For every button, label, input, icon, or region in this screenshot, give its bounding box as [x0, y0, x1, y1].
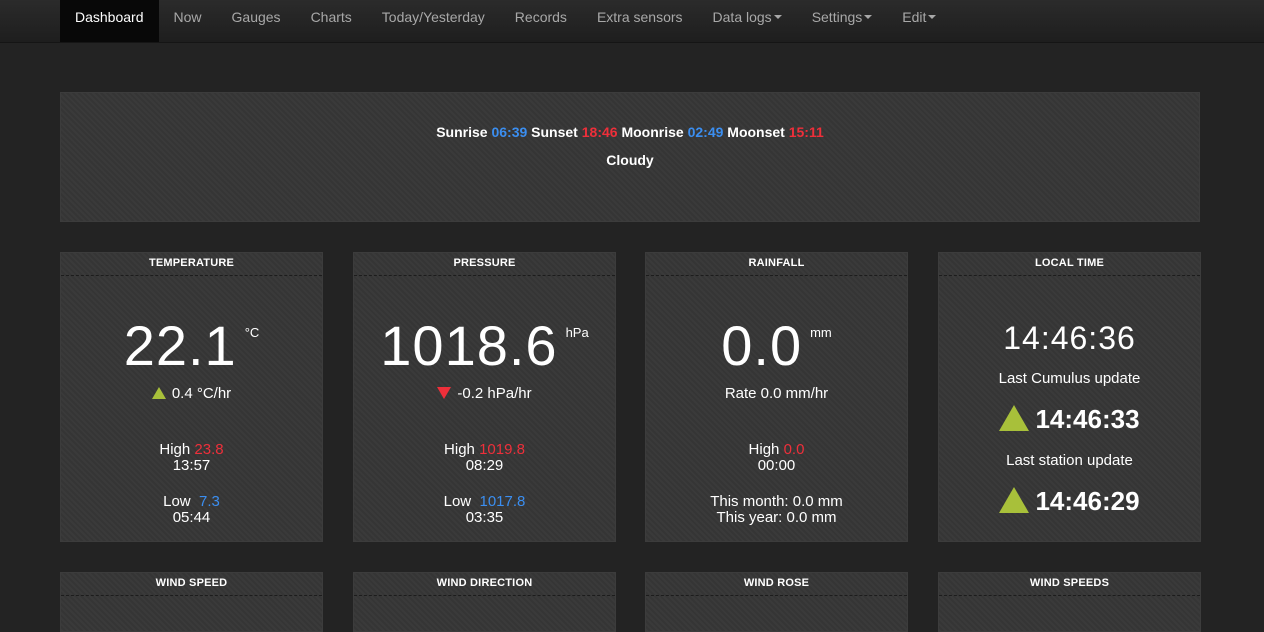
low-label: Low	[163, 493, 191, 510]
nav-edit-dropdown[interactable]: Edit	[887, 0, 951, 42]
wind-direction-card: WIND DIRECTION	[353, 572, 616, 632]
wind-speed-title: WIND SPEED	[61, 573, 322, 596]
status-up-icon	[999, 405, 1030, 431]
caret-down-icon	[773, 15, 782, 20]
nav-dashboard[interactable]: Dashboard	[60, 0, 159, 42]
sunrise-time: 06:39	[491, 124, 528, 140]
nav-today-yesterday[interactable]: Today/Yesterday	[367, 0, 500, 42]
caret-down-icon	[864, 15, 873, 20]
nav-today-yesterday-label: Today/Yesterday	[381, 9, 485, 25]
low-label: Low	[443, 493, 472, 510]
wind-speeds-title: WIND SPEEDS	[939, 573, 1200, 596]
local-time-title: LOCAL TIME	[939, 253, 1200, 276]
pressure-high: High 1019.8	[354, 442, 615, 458]
rainfall-value: 0.0	[721, 314, 803, 377]
temperature-low-time: 05:44	[172, 509, 211, 526]
nav-records[interactable]: Records	[500, 0, 582, 42]
pressure-title: PRESSURE	[354, 253, 615, 276]
trend-up-icon	[151, 387, 166, 399]
top-navbar: Dashboard Now Gauges Charts Today/Yester…	[0, 0, 1264, 43]
nav-data-logs-label: Data logs	[712, 9, 772, 25]
pressure-trend: -0.2 hPa/hr	[354, 386, 615, 402]
rainfall-high-time: 00:00	[757, 457, 796, 474]
temperature-high-value: 23.8	[194, 441, 224, 458]
nav-extra-sensors[interactable]: Extra sensors	[582, 0, 698, 42]
rainfall-rate: Rate 0.0 mm/hr	[724, 385, 829, 402]
nav-menu: Dashboard Now Gauges Charts Today/Yester…	[60, 0, 951, 42]
rainfall-title: RAINFALL	[646, 253, 907, 276]
temperature-high-time: 13:57	[172, 457, 211, 474]
weather-conditions: Cloudy	[606, 152, 654, 168]
high-label: High	[159, 441, 191, 458]
last-station-update-label: Last station update	[1006, 452, 1133, 469]
temperature-high: High 23.8	[61, 442, 322, 458]
pressure-low-value: 1017.8	[479, 493, 526, 510]
high-label: High	[444, 441, 475, 458]
nav-gauges-label: Gauges	[231, 9, 281, 25]
pressure-reading: 1018.6 hPa	[354, 313, 615, 379]
last-station-update: 14:46:29	[939, 485, 1200, 522]
pressure-low-time: 03:35	[465, 509, 504, 526]
pressure-high-time: 08:29	[465, 457, 504, 474]
caret-down-icon	[928, 15, 937, 20]
last-cumulus-update-time: 14:46:33	[1035, 404, 1140, 434]
rainfall-reading: 0.0 mm	[646, 313, 907, 379]
temperature-reading: 22.1 °C	[61, 313, 322, 379]
pressure-trend-value: -0.2 hPa/hr	[457, 385, 532, 402]
astronomy-panel: Sunrise 06:39 Sunset 18:46 Moonrise 02:4…	[60, 92, 1200, 222]
wind-speeds-card: WIND SPEEDS	[938, 572, 1201, 632]
pressure-unit: hPa	[565, 325, 589, 340]
temperature-low: Low 7.3	[61, 494, 322, 510]
rainfall-high: High 0.0	[646, 442, 907, 458]
temperature-unit: °C	[244, 325, 260, 340]
wind-rose-title: WIND ROSE	[646, 573, 907, 596]
pressure-high-value: 1019.8	[479, 441, 525, 458]
pressure-low: Low 1017.8	[354, 494, 615, 510]
temperature-trend-value: 0.4 °C/hr	[171, 385, 232, 402]
pressure-card: PRESSURE 1018.6 hPa -0.2 hPa/hr High 1019…	[353, 252, 616, 542]
pressure-value: 1018.6	[380, 314, 558, 377]
rainfall-month: This month: 0.0 mm	[710, 493, 843, 510]
moonrise-label: Moonrise	[621, 124, 684, 140]
nav-gauges[interactable]: Gauges	[217, 0, 296, 42]
nav-dashboard-label: Dashboard	[75, 9, 144, 25]
sunrise-label: Sunrise	[436, 124, 488, 140]
nav-settings-label: Settings	[811, 9, 863, 25]
rainfall-year: This year: 0.0 mm	[716, 509, 837, 526]
status-up-icon	[999, 487, 1030, 513]
trend-down-icon	[437, 387, 452, 399]
wind-rose-card: WIND ROSE	[645, 572, 908, 632]
temperature-trend: 0.4 °C/hr	[61, 386, 322, 402]
nav-now-label: Now	[173, 9, 202, 25]
sunset-label: Sunset	[531, 124, 578, 140]
moonset-time: 15:11	[788, 124, 824, 140]
rainfall-unit: mm	[810, 325, 832, 340]
rainfall-high-value: 0.0	[783, 441, 805, 458]
nav-records-label: Records	[514, 9, 567, 25]
nav-settings-dropdown[interactable]: Settings	[797, 0, 888, 42]
last-station-update-time: 14:46:29	[1035, 486, 1140, 516]
temperature-card: TEMPERATURE 22.1 °C 0.4 °C/hr High 23.8 1…	[60, 252, 323, 542]
sunset-time: 18:46	[581, 124, 618, 140]
nav-charts[interactable]: Charts	[296, 0, 367, 42]
moonset-label: Moonset	[727, 124, 785, 140]
nav-extra-sensors-label: Extra sensors	[596, 9, 683, 25]
nav-now[interactable]: Now	[159, 0, 217, 42]
moonrise-time: 02:49	[687, 124, 724, 140]
nav-data-logs-dropdown[interactable]: Data logs	[698, 0, 797, 42]
high-label: High	[748, 441, 780, 458]
temperature-value: 22.1	[123, 314, 237, 377]
last-cumulus-update-label: Last Cumulus update	[998, 370, 1141, 387]
wind-direction-title: WIND DIRECTION	[354, 573, 615, 596]
nav-edit-label: Edit	[902, 9, 927, 25]
temperature-low-value: 7.3	[199, 493, 220, 510]
rainfall-card: RAINFALL 0.0 mm Rate 0.0 mm/hr High 0.0 0…	[645, 252, 908, 542]
nav-charts-label: Charts	[310, 9, 352, 25]
temperature-title: TEMPERATURE	[61, 253, 322, 276]
last-cumulus-update: 14:46:33	[939, 403, 1200, 440]
astronomy-times: Sunrise 06:39 Sunset 18:46 Moonrise 02:4…	[61, 124, 1199, 140]
wind-speed-card: WIND SPEED	[60, 572, 323, 632]
local-time-card: LOCAL TIME 14:46:36 Last Cumulus update …	[938, 252, 1201, 542]
local-time-clock: 14:46:36	[1003, 320, 1136, 356]
